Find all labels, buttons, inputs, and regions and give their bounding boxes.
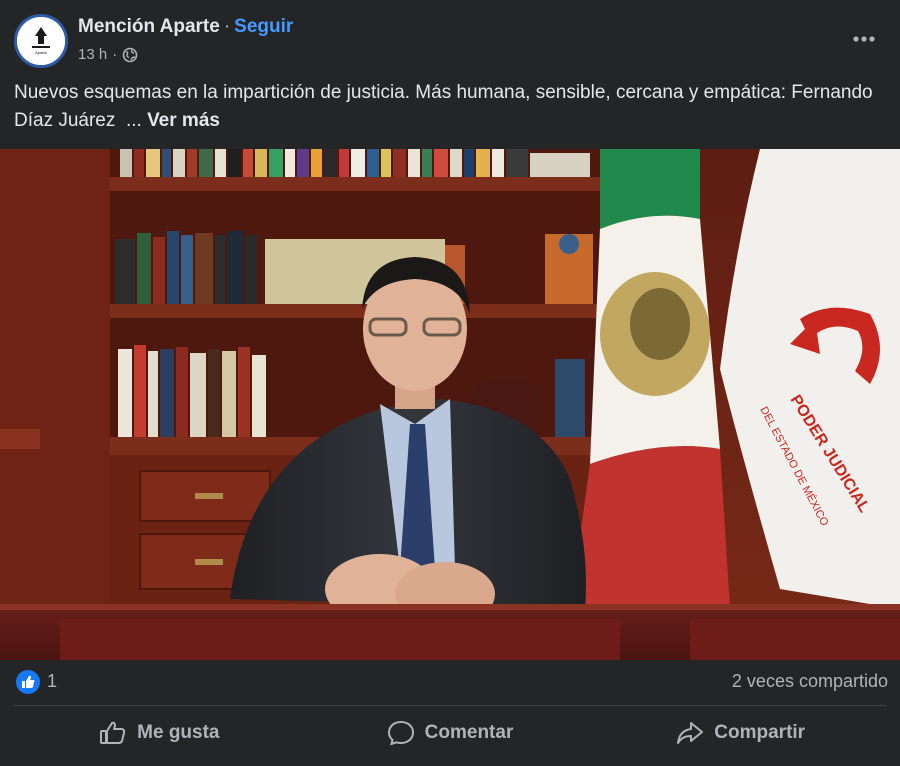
share-arrow-icon [677, 722, 704, 744]
meta-separator: · [112, 46, 118, 63]
like-count[interactable]: 1 [47, 671, 57, 692]
post-actions: Me gusta Comentar Compartir [14, 710, 886, 756]
share-button-label: Compartir [714, 722, 806, 743]
see-more-link[interactable]: Ver más [147, 110, 220, 131]
post-meta: 13 h · [78, 46, 138, 63]
share-count[interactable]: 2 veces compartido [732, 671, 888, 692]
post-header: Aparte Mención Aparte · Seguir 13 h · [0, 0, 900, 76]
photo-illustration: PODER JUDICIAL DEL ESTADO DE MÉXICO [0, 149, 900, 660]
like-reaction-badge[interactable] [16, 670, 40, 694]
author-line: Mención Aparte · Seguir [78, 16, 293, 38]
like-button[interactable]: Me gusta [14, 710, 305, 756]
reaction-stats: 1 2 veces compartido [0, 660, 900, 704]
post-photo[interactable]: PODER JUDICIAL DEL ESTADO DE MÉXICO [0, 149, 900, 660]
comment-button[interactable]: Comentar [305, 710, 596, 756]
ellipsis-text: ... [125, 110, 142, 131]
svg-text:Aparte: Aparte [35, 50, 48, 55]
like-button-label: Me gusta [137, 722, 220, 743]
post-text: Nuevos esquemas en la impartición de jus… [14, 79, 884, 135]
actions-divider [14, 705, 886, 706]
page-avatar[interactable]: Aparte [14, 14, 68, 68]
author-name[interactable]: Mención Aparte [78, 16, 220, 37]
share-button[interactable]: Compartir [595, 710, 886, 756]
books-top-shelf [120, 149, 590, 177]
name-separator: · [223, 16, 231, 37]
globe-icon [122, 47, 138, 62]
follow-button[interactable]: Seguir [234, 16, 293, 37]
thumbs-up-icon [16, 670, 40, 694]
avatar-logo: Aparte [17, 17, 65, 65]
comment-button-label: Comentar [424, 722, 514, 743]
comment-bubble-icon [387, 720, 414, 746]
post-message: Nuevos esquemas en la impartición de jus… [14, 82, 873, 131]
post-timestamp[interactable]: 13 h [78, 46, 107, 63]
thumbs-up-outline-icon [100, 721, 126, 744]
more-options-button[interactable] [848, 26, 880, 52]
ellipsis-icon [853, 36, 875, 42]
